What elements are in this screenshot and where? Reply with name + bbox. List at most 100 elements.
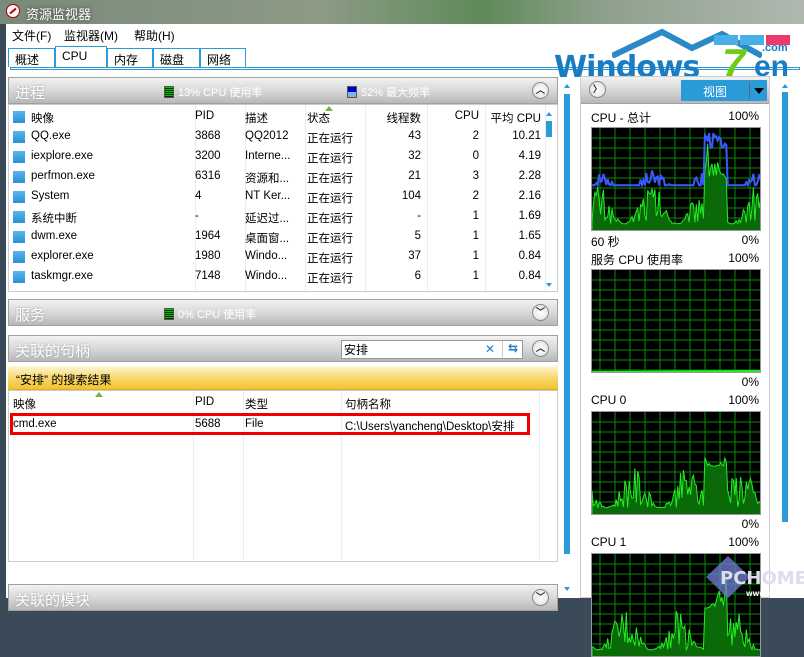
tab-overview[interactable]: 概述 xyxy=(8,48,55,67)
graph-max-label: 100% xyxy=(728,535,759,549)
process-status: 正在运行 xyxy=(307,273,353,285)
graph-title: CPU 0 xyxy=(591,393,627,407)
view-label: 视图 xyxy=(703,85,728,99)
table-row[interactable]: QQ.exe 3868 QQ2012 正在运行 43 2 10.21 xyxy=(9,127,541,147)
process-pid: 6316 xyxy=(195,170,221,182)
processes-scrollbar[interactable] xyxy=(546,121,552,137)
max-freq-stat: 52% 最大频率 xyxy=(347,84,430,100)
graphs-pane: 〉 视图 CPU - 总计 100% 60 秒 0% 服务 CPU 使用率 100% 0% C… xyxy=(580,76,770,657)
process-avg-cpu: 1.65 xyxy=(518,230,541,242)
col-pid[interactable]: PID xyxy=(195,396,214,408)
services-title: 服务 xyxy=(15,307,46,324)
process-threads: 5 xyxy=(414,230,421,242)
process-icon xyxy=(13,251,25,263)
window-title: 资源监视器 xyxy=(26,7,92,22)
process-pid: 7148 xyxy=(195,270,221,282)
highlight-box xyxy=(10,413,530,435)
collapse-button[interactable]: ︿ xyxy=(532,82,549,99)
scroll-down-icon[interactable] xyxy=(546,283,552,287)
process-status: 正在运行 xyxy=(307,253,353,265)
graph-title: CPU 1 xyxy=(591,535,627,549)
graph-title: 服务 CPU 使用率 xyxy=(591,253,684,267)
process-desc: 桌面窗... xyxy=(245,233,290,245)
process-image: perfmon.exe xyxy=(31,170,95,182)
right-pane-scrollbar[interactable] xyxy=(782,92,788,522)
handles-header-row: 映像 PID 类型 句柄名称 xyxy=(9,393,539,413)
menu-file[interactable]: 文件(F) xyxy=(12,27,51,44)
search-result-bar: “安排” 的搜索结果 xyxy=(8,366,558,390)
tab-disk[interactable]: 磁盘 xyxy=(153,48,200,67)
dropdown-arrow-icon[interactable] xyxy=(754,88,764,94)
graph-max-label: 100% xyxy=(728,393,759,407)
scroll-down-icon[interactable] xyxy=(564,587,570,591)
process-icon xyxy=(13,271,25,283)
modules-title: 关联的模块 xyxy=(15,592,91,609)
processes-table: 映像 PID 描述 状态 线程数 CPU 平均 CPU QQ.exe 3868 QQ… xyxy=(8,104,558,292)
processes-title: 进程 xyxy=(15,85,46,102)
graph-max-label: 100% xyxy=(728,109,759,123)
col-image[interactable]: 映像 xyxy=(31,110,54,126)
left-pane-scrollbar[interactable] xyxy=(564,94,570,554)
graphs-header: 〉 视图 xyxy=(581,77,769,104)
process-desc: Windo... xyxy=(245,250,288,262)
process-threads: - xyxy=(417,210,421,222)
process-pid: - xyxy=(195,210,199,222)
tab-cpu[interactable]: CPU xyxy=(55,46,107,68)
refresh-search-icon[interactable]: ⇆ xyxy=(502,341,523,358)
process-pid: 1980 xyxy=(195,250,221,262)
process-icon xyxy=(13,231,25,243)
process-status: 正在运行 xyxy=(307,233,353,245)
process-icon xyxy=(13,151,25,163)
menu-monitor[interactable]: 监视器(M) xyxy=(64,27,118,44)
expand-button[interactable]: ﹀ xyxy=(532,304,549,321)
table-row[interactable]: dwm.exe 1964 桌面窗... 正在运行 5 1 1.65 xyxy=(9,227,541,247)
table-row[interactable]: taskmgr.exe 7148 Windo... 正在运行 6 1 0.84 xyxy=(9,267,541,287)
process-image: System xyxy=(31,190,70,202)
max-freq-text: 52% 最大频率 xyxy=(361,87,431,99)
handle-search-box: ✕ ⇆ xyxy=(341,340,523,359)
process-image: iexplore.exe xyxy=(31,150,94,162)
process-threads: 6 xyxy=(414,270,421,282)
menu-help[interactable]: 帮助(H) xyxy=(134,27,175,44)
process-icon xyxy=(13,211,25,223)
table-row[interactable]: iexplore.exe 3200 Interne... 正在运行 32 0 4.19 xyxy=(9,147,541,167)
process-status: 正在运行 xyxy=(307,213,353,225)
collapse-button[interactable]: ︿ xyxy=(532,340,549,357)
clear-search-icon[interactable]: ✕ xyxy=(485,342,495,356)
col-image[interactable]: 映像 xyxy=(13,396,36,412)
col-threads[interactable]: 线程数 xyxy=(365,110,422,126)
table-row[interactable]: System 4 NT Ker... 正在运行 104 2 2.16 xyxy=(9,187,541,207)
graph-min-label: 0% xyxy=(741,517,759,531)
col-status[interactable]: 状态 xyxy=(307,110,330,126)
services-cpu-text: 0% CPU 使用率 xyxy=(178,309,257,321)
table-row[interactable]: perfmon.exe 6316 资源和... 正在运行 21 3 2.28 xyxy=(9,167,541,187)
handle-search-input[interactable] xyxy=(344,342,484,357)
tab-network[interactable]: 网络 xyxy=(200,48,246,67)
col-desc[interactable]: 描述 xyxy=(245,110,268,126)
expand-pane-button[interactable]: 〉 xyxy=(589,81,606,98)
table-row[interactable]: 系统中断 - 延迟过... 正在运行 - 1 1.69 xyxy=(9,207,541,227)
pchome-watermark: PCHOME WWW.PCHOME.NET xyxy=(706,556,804,598)
col-type[interactable]: 类型 xyxy=(245,396,268,412)
process-avg-cpu: 2.16 xyxy=(518,190,541,202)
col-cpu[interactable]: CPU xyxy=(427,110,479,122)
process-image: 系统中断 xyxy=(31,213,77,225)
services-cpu-stat: 0% CPU 使用率 xyxy=(164,306,256,322)
scroll-up-icon[interactable] xyxy=(546,112,552,116)
tab-memory[interactable]: 内存 xyxy=(107,48,153,67)
handles-title: 关联的句柄 xyxy=(15,343,91,360)
col-avg-cpu[interactable]: 平均 CPU xyxy=(485,110,541,126)
table-row[interactable]: explorer.exe 1980 Windo... 正在运行 37 1 0.84 xyxy=(9,247,541,267)
scroll-up-icon[interactable] xyxy=(564,84,570,88)
col-handle-name[interactable]: 句柄名称 xyxy=(345,396,391,412)
handles-header[interactable]: 关联的句柄 ✕ ⇆ ︿ xyxy=(8,335,558,362)
process-pid: 3868 xyxy=(195,130,221,142)
services-header[interactable]: 服务 0% CPU 使用率 ﹀ xyxy=(8,299,558,326)
col-pid[interactable]: PID xyxy=(195,110,214,122)
scroll-up-icon[interactable] xyxy=(782,84,788,88)
processes-header[interactable]: 进程 13% CPU 使用率 52% 最大频率 ︿ xyxy=(8,77,558,104)
process-cpu: 1 xyxy=(472,230,479,242)
process-avg-cpu: 0.84 xyxy=(518,250,541,262)
view-button[interactable]: 视图 xyxy=(681,80,767,101)
process-pid: 1964 xyxy=(195,230,221,242)
